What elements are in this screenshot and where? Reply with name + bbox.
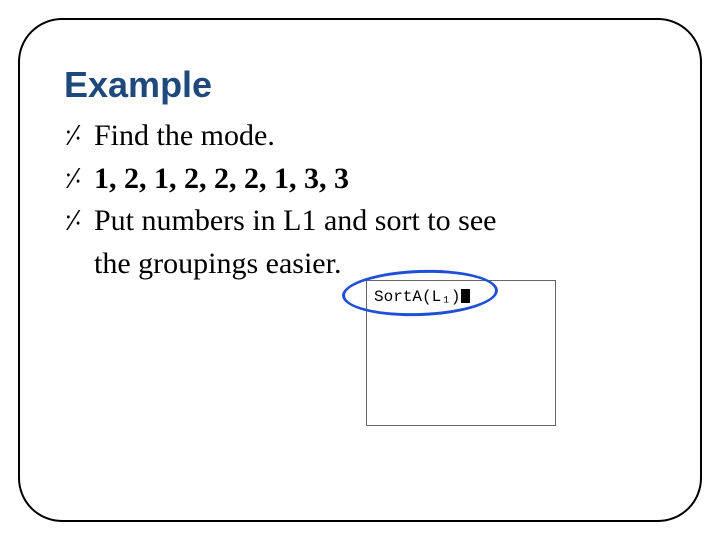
bullet-text: 1, 2, 1, 2, 2, 2, 1, 3, 3 <box>94 162 349 195</box>
slide-title: Example <box>64 64 656 106</box>
bullet-item: ⸓ 1, 2, 1, 2, 2, 2, 1, 3, 3 <box>64 159 656 200</box>
bullet-text: the groupings easier. <box>94 247 341 280</box>
bullet-item: ⸓ Put numbers in L1 and sort to see <box>64 201 656 242</box>
bullet-mark-icon: ⸓ <box>64 159 83 198</box>
bullet-item: the groupings easier. <box>64 244 656 285</box>
bullet-item: ⸓ Find the mode. <box>64 116 656 157</box>
bullet-mark-icon: ⸓ <box>64 116 83 155</box>
slide-content: Example ⸓ Find the mode. ⸓ 1, 2, 1, 2, 2… <box>64 64 656 286</box>
bullet-mark-icon: ⸓ <box>64 201 83 240</box>
bullet-text: Put numbers in L1 and sort to see <box>94 204 496 237</box>
bullet-list: ⸓ Find the mode. ⸓ 1, 2, 1, 2, 2, 2, 1, … <box>64 116 656 284</box>
slide-frame: Example ⸓ Find the mode. ⸓ 1, 2, 1, 2, 2… <box>18 18 702 522</box>
bullet-text: Find the mode. <box>94 119 275 152</box>
